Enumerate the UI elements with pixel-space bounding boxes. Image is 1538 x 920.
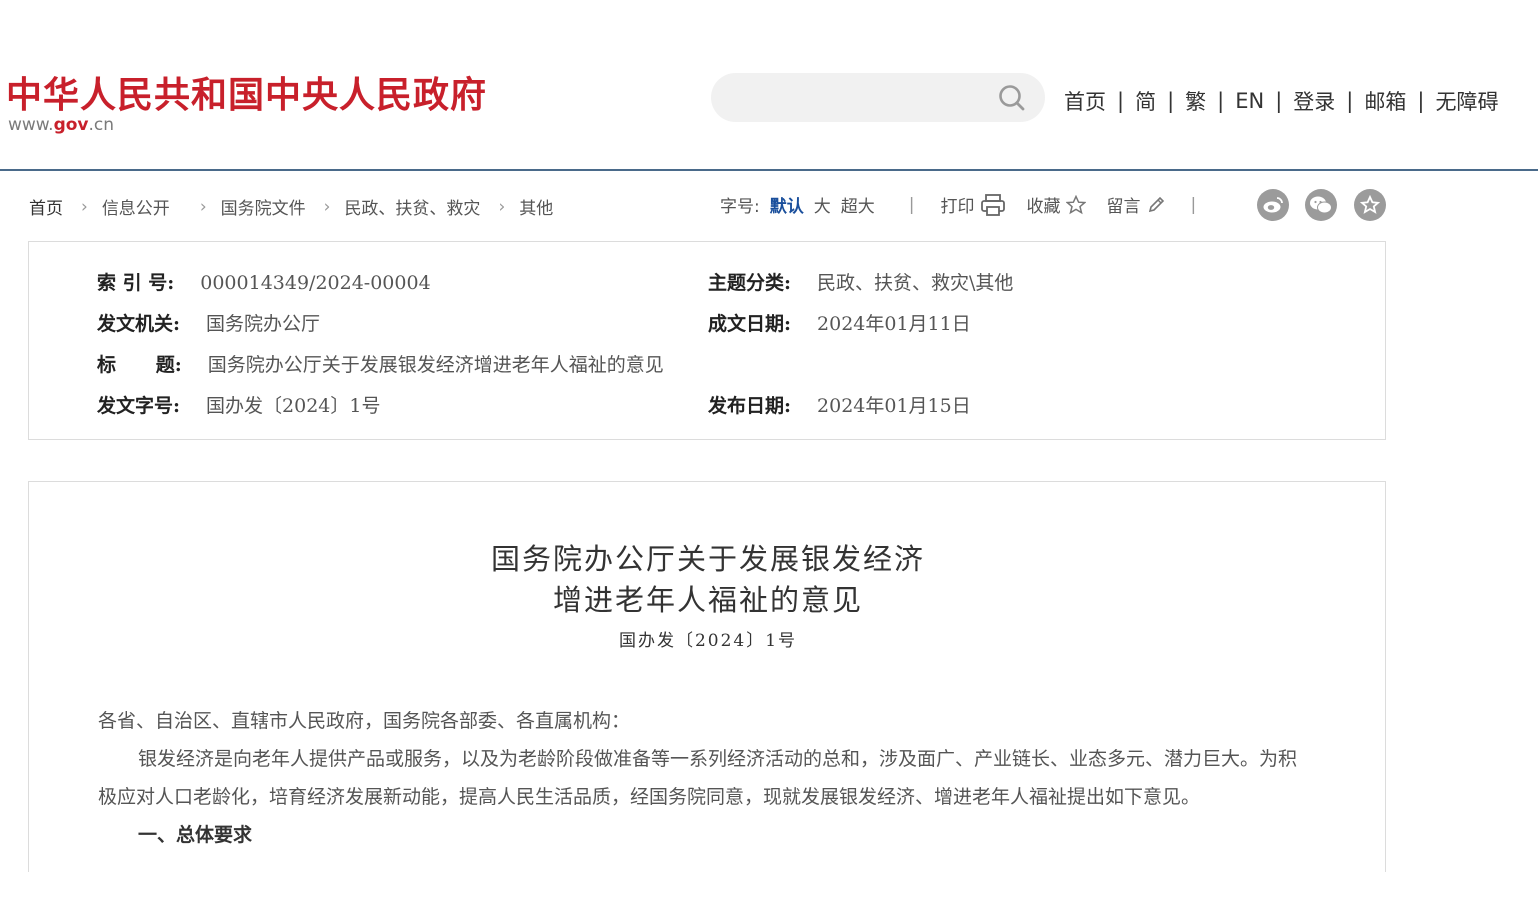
meta-label: 发文字号: [97, 395, 181, 417]
star-icon [1360, 195, 1380, 214]
meta-label: 发布日期: [708, 395, 792, 417]
font-size-large[interactable]: 大 [814, 192, 831, 217]
nav-simplified[interactable]: 简 [1135, 86, 1156, 116]
meta-label: 成文日期: [708, 313, 792, 335]
breadcrumb-info-disclosure[interactable]: 信息公开 [102, 194, 170, 219]
article-paragraph: 银发经济是向老年人提供产品或服务，以及为老龄阶段做准备等一系列经济活动的总和，涉… [98, 748, 1298, 808]
chevron-right-icon: › [498, 196, 506, 217]
nav-traditional[interactable]: 繁 [1185, 86, 1206, 116]
article-title-line-2: 增进老年人福祉的意见 [552, 583, 863, 617]
breadcrumb-civil-affairs[interactable]: 民政、扶贫、救灾 [344, 194, 480, 219]
tool-divider: | [908, 194, 915, 215]
meta-label: 主题分类: [708, 272, 792, 294]
site-logo-title[interactable]: 中华人民共和国中央人民政府 [6, 66, 487, 118]
wechat-icon [1310, 196, 1332, 214]
meta-value: 000014349/2024-00004 [200, 272, 431, 294]
meta-category: 主题分类: 民政、扶贫、救灾\其他 [708, 268, 1013, 295]
meta-value: 2024年01月11日 [817, 313, 971, 335]
nav-login[interactable]: 登录 [1293, 86, 1335, 116]
printer-icon [981, 193, 1006, 216]
logo-url-prefix: www. [8, 115, 54, 135]
article-content: 国务院办公厅关于发展银发经济 增进老年人福祉的意见 国办发〔2024〕1号 各省… [28, 481, 1386, 920]
nav-separator: | [1217, 89, 1225, 113]
viewport-bottom [0, 872, 1538, 920]
article-title-line-1: 国务院办公厅关于发展银发经济 [490, 542, 925, 576]
nav-separator: | [1417, 89, 1425, 113]
nav-separator: | [1275, 89, 1283, 113]
nav-mail[interactable]: 邮箱 [1364, 86, 1406, 116]
search-input[interactable] [733, 83, 983, 112]
meta-value: 民政、扶贫、救灾\其他 [817, 272, 1014, 294]
nav-home[interactable]: 首页 [1064, 86, 1106, 116]
logo-url-domain: gov [53, 115, 89, 135]
comment-button[interactable]: 留言 [1106, 192, 1166, 217]
meta-value: 国务院办公厅 [206, 313, 321, 335]
nav-separator: | [1117, 89, 1125, 113]
favorite-button[interactable]: 收藏 [1026, 192, 1087, 217]
font-size-default[interactable]: 默认 [770, 192, 804, 217]
document-metadata: 索 引 号: 000014349/2024-00004 主题分类: 民政、扶贫、救灾… [28, 241, 1386, 440]
breadcrumb-bar: 首页 › 信息公开 › 国务院文件 › 民政、扶贫、救灾 › 其他 字号: 默认… [0, 172, 1538, 240]
nav-accessibility[interactable]: 无障碍 [1435, 86, 1498, 116]
pencil-icon [1149, 196, 1165, 212]
article-doc-number: 国办发〔2024〕1号 [618, 631, 798, 651]
chevron-right-icon: › [81, 196, 88, 217]
meta-value: 2024年01月15日 [817, 395, 971, 417]
favorites-share-button[interactable] [1354, 189, 1386, 221]
search-box [711, 73, 1045, 122]
breadcrumb-state-council-docs[interactable]: 国务院文件 [221, 194, 306, 219]
site-header: 中华人民共和国中央人民政府 www.gov.cn 首页 | 简 | 繁 | EN | 登… [0, 0, 1538, 171]
logo-url-suffix: .cn [88, 115, 115, 135]
chevron-right-icon: › [323, 196, 331, 217]
article-tools: 字号: 默认 大 超大 | 打印 收藏 留言 | [720, 192, 1196, 217]
search-icon[interactable] [998, 84, 1026, 112]
meta-title: 标 题: 国务院办公厅关于发展银发经济增进老年人福祉的意见 [97, 350, 664, 377]
meta-label: 发文机关: [97, 313, 181, 335]
breadcrumb: 首页 › 信息公开 › 国务院文件 › 民政、扶贫、救灾 › 其他 [29, 194, 553, 220]
meta-label: 标 题: [97, 354, 182, 376]
meta-doc-number: 发文字号: 国办发〔2024〕1号 [97, 391, 380, 418]
meta-publish-date: 发布日期: 2024年01月15日 [708, 391, 971, 418]
meta-value: 国务院办公厅关于发展银发经济增进老年人福祉的意见 [207, 354, 664, 376]
tool-divider: | [1190, 194, 1197, 215]
nav-separator: | [1167, 89, 1175, 113]
print-button[interactable]: 打印 [940, 192, 1006, 217]
comment-label: 留言 [1106, 197, 1141, 217]
article-salutation: 各省、自治区、直辖市人民政府，国务院各部委、各直属机构： [98, 710, 631, 732]
wechat-share-button[interactable] [1305, 189, 1337, 221]
meta-label: 索 引 号: [97, 272, 175, 294]
meta-value: 国办发〔2024〕1号 [206, 395, 381, 417]
meta-date-written: 成文日期: 2024年01月11日 [708, 309, 971, 336]
meta-issuer: 发文机关: 国务院办公厅 [97, 309, 320, 336]
nav-english[interactable]: EN [1235, 89, 1264, 113]
top-nav: 首页 | 简 | 繁 | EN | 登录 | 邮箱 | 无障碍 [1064, 86, 1498, 116]
breadcrumb-home[interactable]: 首页 [29, 194, 63, 219]
font-size-xlarge[interactable]: 超大 [841, 192, 875, 217]
weibo-share-button[interactable] [1257, 189, 1289, 221]
font-size-label: 字号: [720, 197, 760, 217]
meta-index-number: 索 引 号: 000014349/2024-00004 [97, 268, 431, 295]
chevron-right-icon: › [199, 196, 207, 217]
print-label: 打印 [940, 197, 975, 217]
weibo-icon [1263, 197, 1283, 213]
article-section-heading: 一、总体要求 [138, 824, 253, 846]
star-icon [1066, 194, 1087, 214]
nav-separator: | [1346, 89, 1354, 113]
article-body: 各省、自治区、直辖市人民政府，国务院各部委、各直属机构： 银发经济是向老年人提供… [98, 702, 1313, 854]
site-logo-url[interactable]: www.gov.cn [8, 115, 114, 135]
breadcrumb-other[interactable]: 其他 [519, 194, 553, 219]
favorite-label: 收藏 [1026, 197, 1061, 217]
